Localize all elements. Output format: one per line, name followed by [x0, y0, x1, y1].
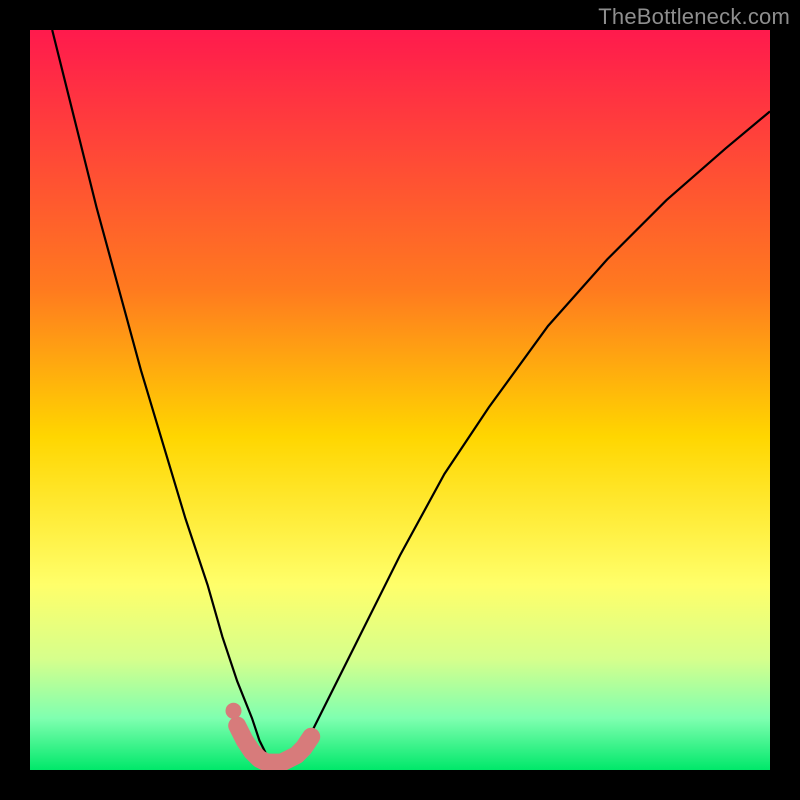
bottleneck-chart: [30, 30, 770, 770]
plot-area: [30, 30, 770, 770]
gradient-background: [30, 30, 770, 770]
watermark-text: TheBottleneck.com: [598, 4, 790, 30]
optimal-range-dot: [226, 703, 242, 719]
chart-frame: TheBottleneck.com: [0, 0, 800, 800]
